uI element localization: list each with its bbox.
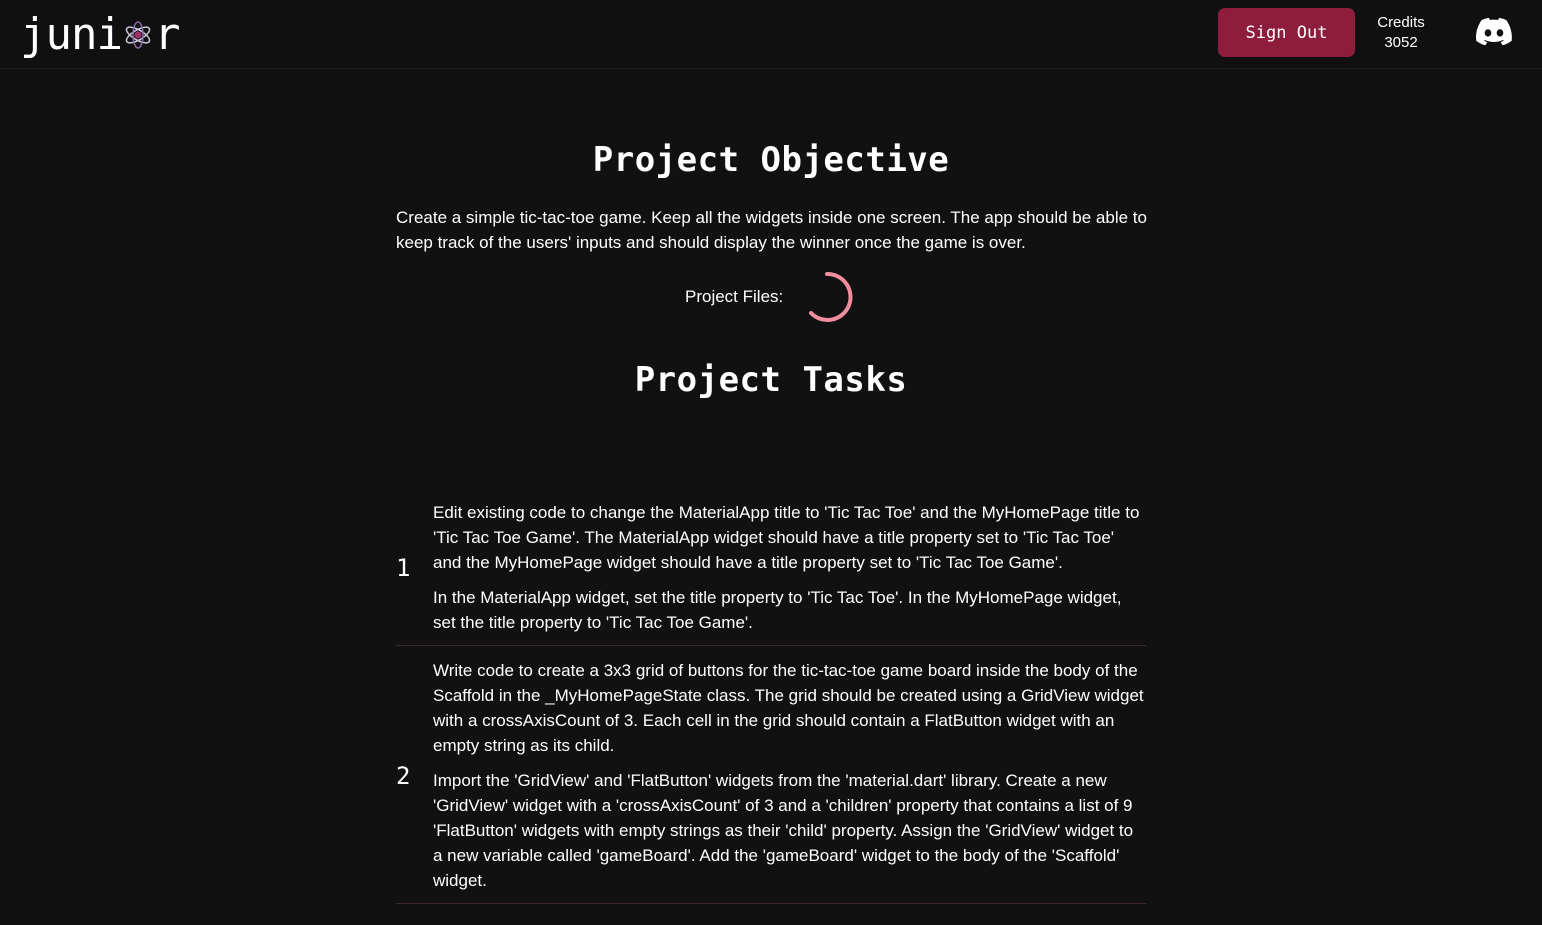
task-item: 2 Write code to create a 3x3 grid of but… (396, 646, 1146, 904)
task-description: Write code to create a 3x3 grid of butto… (433, 661, 1144, 755)
task-description: Edit existing code to change the Materia… (433, 503, 1140, 572)
credits-value: 3052 (1384, 34, 1418, 51)
loading-spinner-icon (809, 271, 853, 322)
atom-icon (125, 21, 151, 49)
logo-text-right: r (153, 9, 180, 60)
project-objective-heading: Project Objective (592, 140, 950, 180)
task-hint: In the MaterialApp widget, set the title… (433, 588, 1122, 632)
task-body: Write code to create a 3x3 grid of butto… (433, 658, 1146, 893)
project-tasks-heading: Project Tasks (634, 360, 908, 400)
task-body: Edit existing code to change the Materia… (433, 500, 1146, 635)
junior-logo[interactable]: juni r (20, 8, 180, 62)
task-hint: Import the 'GridView' and 'FlatButton' w… (433, 771, 1134, 890)
project-objective-description: Create a simple tic-tac-toe game. Keep a… (396, 208, 1147, 252)
task-number: 1 (396, 553, 411, 582)
project-files-label: Project Files: (685, 287, 784, 306)
discord-icon[interactable] (1476, 17, 1512, 47)
sign-out-button[interactable]: Sign Out (1218, 8, 1355, 57)
credits-label: Credits (1377, 14, 1425, 31)
task-list: 1 Edit existing code to change the Mater… (396, 498, 1146, 904)
top-navigation-bar: juni r Sign Out Credits 3052 (0, 0, 1542, 69)
task-number: 2 (396, 761, 411, 790)
credits-display: Credits 3052 (1366, 13, 1436, 53)
logo-text-left: juni (20, 9, 123, 60)
task-item: 1 Edit existing code to change the Mater… (396, 498, 1146, 646)
project-files-row: Project Files: (685, 271, 853, 323)
